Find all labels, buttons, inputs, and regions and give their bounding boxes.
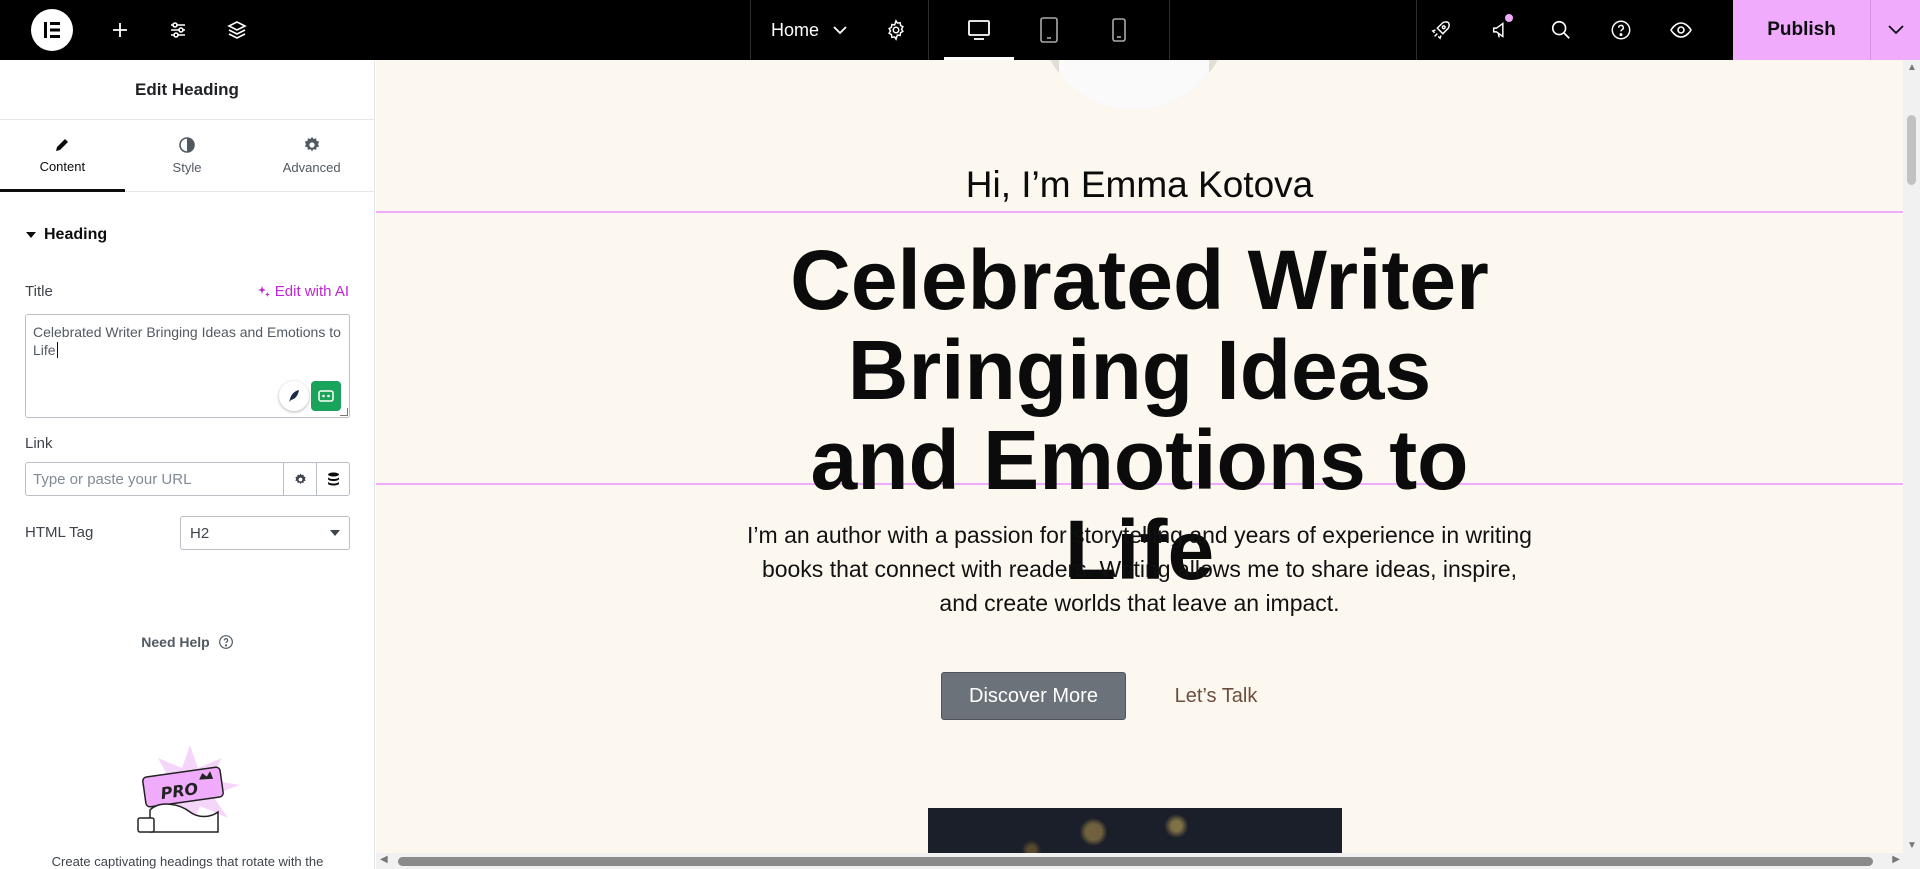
greeting-heading[interactable]: Hi, I’m Emma Kotova — [376, 164, 1903, 206]
edit-with-ai-label: Edit with AI — [274, 283, 349, 300]
tab-label: Content — [39, 159, 86, 174]
structure-layers-button[interactable] — [201, 0, 273, 60]
panel-tabs: Content Style Advanced — [0, 120, 374, 192]
scroll-up-arrow-icon[interactable]: ▲ — [1907, 62, 1917, 73]
grammar-extension-icon[interactable] — [311, 381, 341, 411]
html-tag-label: HTML Tag — [25, 524, 94, 541]
search-icon — [1550, 19, 1572, 41]
html-tag-value: H2 — [190, 524, 210, 542]
resize-handle[interactable] — [340, 408, 348, 416]
need-help-link[interactable]: Need Help — [0, 634, 374, 650]
tablet-icon — [1039, 17, 1059, 43]
section-heading-toggle[interactable]: Heading — [26, 226, 374, 244]
section-title: Heading — [44, 226, 108, 243]
selected-heading-widget[interactable]: Celebrated Writer Bringing Ideas and Emo… — [376, 211, 1903, 595]
page-canvas: Hi, I’m Emma Kotova Celebrated Writer Br… — [376, 60, 1903, 853]
pro-promo-illustration: PRO — [130, 740, 250, 840]
divider — [1169, 0, 1170, 60]
pencil-icon — [54, 137, 70, 153]
finder-button[interactable] — [1531, 0, 1591, 60]
link-options-button[interactable] — [283, 463, 316, 495]
caret-down-icon — [26, 232, 36, 238]
quill-writing-assistant-icon[interactable] — [279, 381, 309, 411]
help-icon — [1610, 19, 1632, 41]
notification-dot — [1505, 14, 1513, 22]
book-cover-image[interactable] — [928, 808, 1342, 853]
database-icon — [327, 472, 340, 486]
title-field-header: Title Edit with AI — [25, 283, 349, 300]
vertical-scroll-thumb[interactable] — [1907, 115, 1916, 185]
responsive-mode-switcher — [944, 0, 1154, 60]
preview-button[interactable] — [1651, 0, 1711, 60]
link-label: Link — [25, 435, 53, 452]
desktop-mode-button[interactable] — [944, 0, 1014, 60]
tab-advanced[interactable]: Advanced — [249, 120, 374, 191]
edit-panel: Edit Heading Content Style Advanced Head… — [0, 60, 375, 869]
textarea-extensions — [279, 381, 341, 411]
preview-eye-icon — [1669, 19, 1693, 41]
ai-sparkle-icon — [257, 285, 271, 299]
tab-style[interactable]: Style — [125, 120, 250, 191]
tab-label: Style — [172, 160, 202, 175]
title-textarea-value: Celebrated Writer Bringing Ideas and Emo… — [33, 324, 341, 358]
html-tag-select[interactable]: H2 — [180, 516, 350, 550]
link-input[interactable]: Type or paste your URL — [25, 462, 350, 496]
intro-paragraph[interactable]: I’m an author with a passion for storyte… — [741, 518, 1538, 620]
help-icon — [218, 634, 234, 650]
horizontal-scrollbar[interactable]: ◀ ▶ — [376, 853, 1920, 869]
text-cursor — [56, 342, 58, 358]
link-field-header: Link — [25, 435, 349, 452]
elementor-logo-icon[interactable] — [31, 9, 73, 51]
page-selector[interactable]: Home — [750, 0, 907, 60]
dynamic-tags-button[interactable] — [316, 463, 349, 495]
publish-button[interactable]: Publish — [1733, 0, 1870, 60]
scroll-down-arrow-icon[interactable]: ▼ — [1907, 840, 1917, 851]
notifications-button[interactable] — [1471, 0, 1531, 60]
mobile-icon — [1112, 18, 1126, 42]
need-help-label: Need Help — [141, 634, 210, 650]
discover-more-button[interactable]: Discover More — [941, 672, 1126, 720]
announcements-icon — [1490, 19, 1512, 41]
publish-options-button[interactable] — [1870, 0, 1920, 60]
add-element-icon — [108, 18, 132, 42]
settings-sliders-icon — [166, 18, 190, 42]
help-button[interactable] — [1591, 0, 1651, 60]
chevron-down-icon — [1887, 25, 1904, 35]
vertical-scrollbar[interactable]: ▲ ▼ — [1903, 60, 1920, 853]
scroll-left-arrow-icon[interactable]: ◀ — [380, 854, 388, 865]
link-input-placeholder: Type or paste your URL — [33, 470, 192, 488]
page-settings-gear-icon[interactable] — [885, 19, 907, 41]
scroll-right-arrow-icon[interactable]: ▶ — [1892, 854, 1900, 865]
page-name: Home — [771, 19, 820, 40]
desktop-icon — [967, 19, 991, 41]
lets-talk-button[interactable]: Let’s Talk — [1156, 672, 1276, 720]
launchpad-button[interactable] — [1411, 0, 1471, 60]
site-settings-button[interactable] — [155, 0, 201, 60]
mobile-mode-button[interactable] — [1084, 0, 1154, 60]
half-circle-icon — [178, 136, 196, 154]
chevron-down-icon — [833, 25, 847, 35]
top-bar-right: Publish — [1411, 0, 1920, 60]
layers-icon — [225, 18, 249, 42]
dropdown-arrow-icon — [330, 530, 340, 536]
tab-content[interactable]: Content — [0, 120, 125, 192]
promo-description: Create captivating headings that rotate … — [51, 854, 324, 869]
gear-icon — [303, 136, 321, 154]
panel-title: Edit Heading — [0, 60, 374, 120]
html-tag-field: HTML Tag — [25, 524, 93, 541]
tab-label: Advanced — [282, 160, 341, 175]
top-bar-left — [0, 0, 273, 60]
title-label: Title — [25, 283, 53, 300]
title-textarea[interactable]: Celebrated Writer Bringing Ideas and Emo… — [25, 314, 350, 418]
divider — [928, 0, 929, 60]
add-element-button[interactable] — [85, 0, 155, 60]
author-photo[interactable] — [1039, 60, 1229, 110]
horizontal-scroll-thumb[interactable] — [398, 857, 1873, 866]
gear-icon — [294, 473, 307, 486]
tablet-mode-button[interactable] — [1014, 0, 1084, 60]
edit-with-ai-button[interactable]: Edit with AI — [257, 283, 349, 300]
author-photo-shirt — [1059, 60, 1209, 110]
editor-top-bar: Home Publish — [0, 0, 1920, 60]
rocket-icon — [1430, 19, 1452, 41]
